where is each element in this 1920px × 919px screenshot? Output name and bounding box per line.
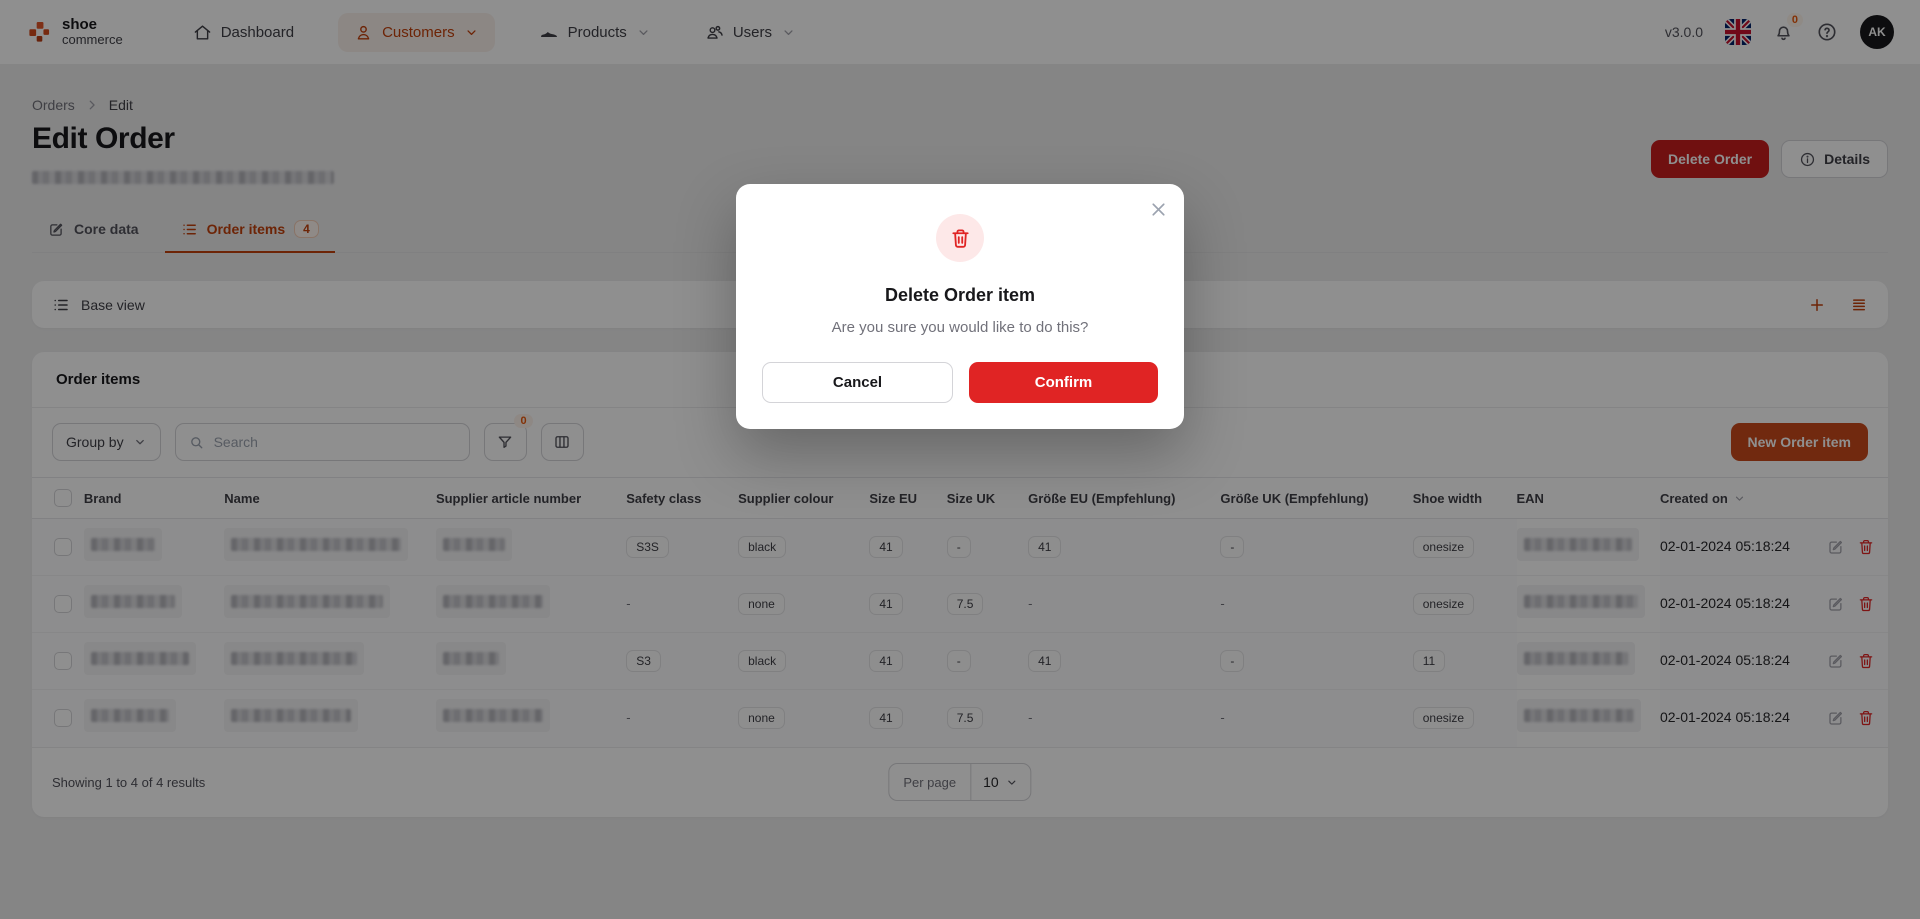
modal-backdrop[interactable]: [0, 0, 1920, 919]
modal-actions: Cancel Confirm: [762, 362, 1158, 403]
close-icon[interactable]: [1148, 199, 1169, 220]
confirm-button[interactable]: Confirm: [969, 362, 1158, 403]
modal-title: Delete Order item: [884, 285, 1036, 305]
trash-icon: [936, 214, 984, 262]
cancel-button[interactable]: Cancel: [762, 362, 953, 403]
modal-message: Are you sure you would like to do this?: [831, 319, 1089, 336]
delete-confirmation-modal: Delete Order item Are you sure you would…: [736, 184, 1184, 429]
